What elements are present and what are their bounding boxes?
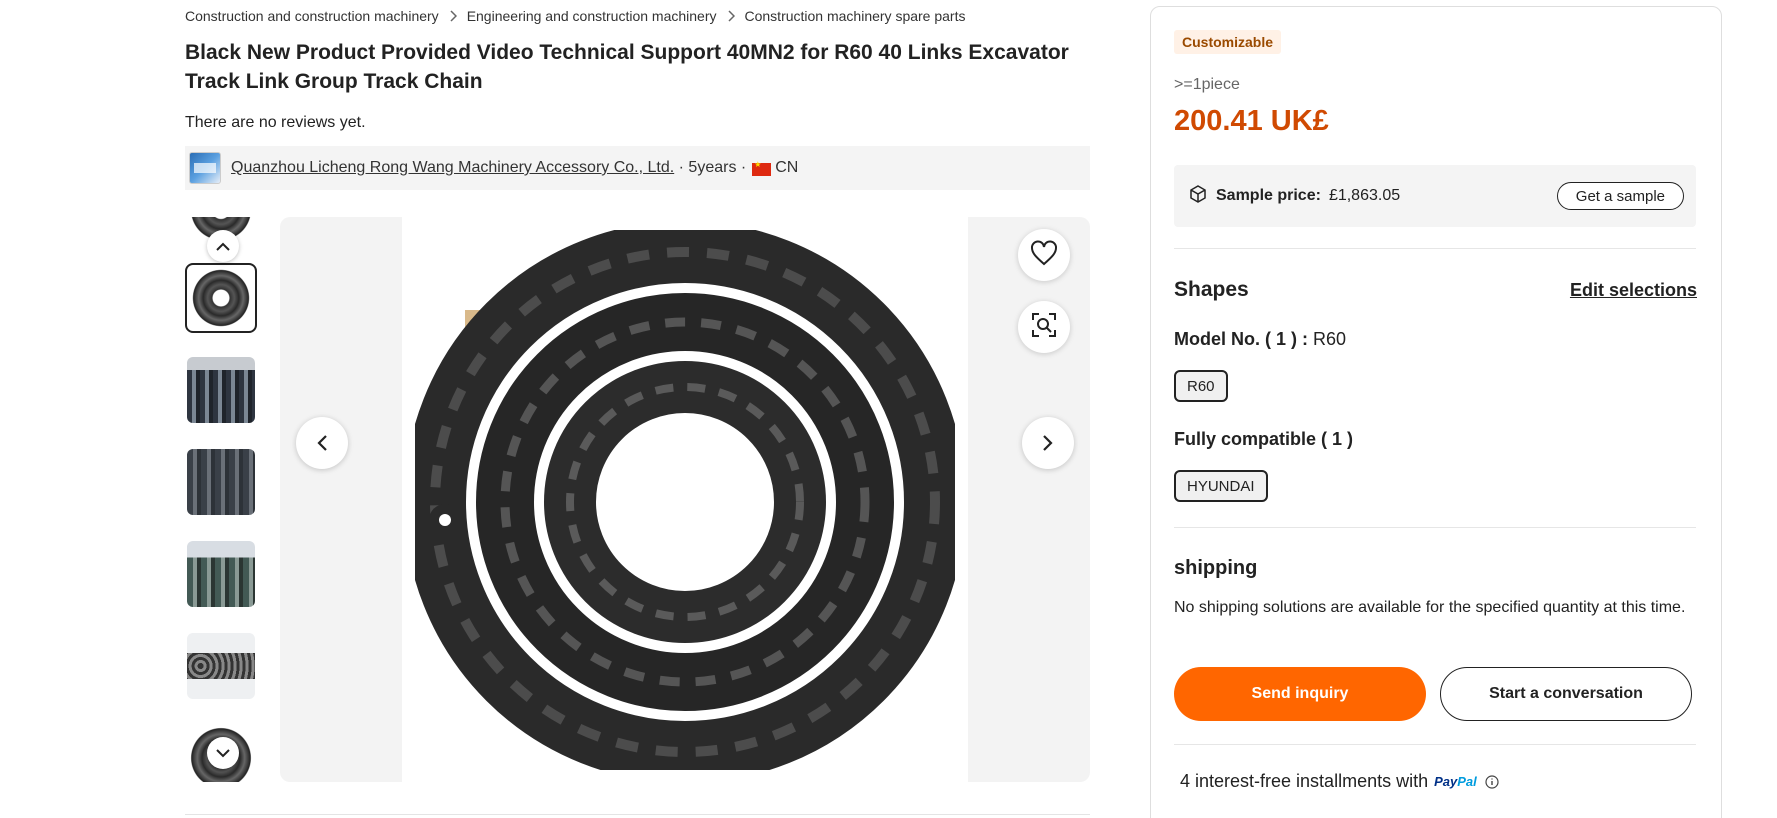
divider (1174, 248, 1696, 249)
shipping-heading: shipping (1174, 557, 1258, 579)
chevron-up-icon[interactable] (207, 230, 239, 262)
chevron-right-icon (727, 10, 735, 22)
model-number-row: Model No. ( 1 ) : R60 (1174, 329, 1346, 350)
sample-price-value: £1,863.05 (1328, 187, 1401, 204)
edit-selections-link[interactable]: Edit selections (1570, 280, 1697, 301)
thumbnail-image-active[interactable] (185, 263, 257, 333)
divider (1174, 527, 1696, 528)
breadcrumb-item-construction[interactable]: Construction and construction machinery (185, 8, 439, 24)
divider (185, 814, 1090, 815)
customizable-badge: Customizable (1174, 30, 1282, 54)
product-image[interactable] (402, 217, 968, 782)
sample-price-label: Sample price: (1216, 187, 1321, 204)
supplier-name-link[interactable]: Quanzhou Licheng Rong Wang Machinery Acc… (231, 159, 674, 177)
installments-text: 4 interest-free installments with (1180, 771, 1429, 791)
model-number-label: Model No. ( 1 ) : (1174, 329, 1308, 349)
thumbnail-image[interactable] (185, 631, 257, 701)
model-number-value: R60 (1313, 329, 1347, 349)
thumbnail-image[interactable] (185, 355, 257, 425)
heart-icon (1030, 240, 1058, 271)
purchase-panel: Customizable >=1piece 200.41 UK£ Sample … (1150, 6, 1722, 818)
supplier-logo[interactable] (189, 152, 221, 184)
get-sample-button[interactable]: Get a sample (1556, 182, 1684, 210)
shipping-text: No shipping solutions are available for … (1174, 599, 1686, 616)
model-option-chip[interactable]: R60 (1174, 370, 1228, 402)
product-title: Black New Product Provided Video Technic… (185, 41, 1069, 93)
breadcrumb-item-spare-parts[interactable]: Construction machinery spare parts (745, 8, 966, 24)
china-flag-icon (752, 160, 772, 176)
info-icon[interactable] (1485, 774, 1499, 789)
start-conversation-button[interactable]: Start a conversation (1440, 667, 1692, 721)
chevron-down-icon[interactable] (207, 737, 239, 769)
compatible-option-chip[interactable]: HYUNDAI (1174, 470, 1268, 502)
send-inquiry-button[interactable]: Send inquiry (1174, 667, 1426, 721)
installments-row: 4 interest-free installments with PayPal (1180, 771, 1499, 792)
shapes-heading: Shapes (1174, 278, 1249, 301)
thumbnail-strip (185, 217, 259, 782)
next-image-button[interactable] (1022, 417, 1074, 469)
image-search-icon (1031, 312, 1057, 343)
min-order-quantity: >=1piece (1174, 76, 1240, 93)
breadcrumb-item-engineering[interactable]: Engineering and construction machinery (467, 8, 717, 24)
sample-price-box: Sample price: £1,863.05 Get a sample (1174, 165, 1696, 227)
reviews-text: There are no reviews yet. (185, 114, 366, 131)
price: 200.41 UK£ (1174, 105, 1329, 137)
divider (1174, 744, 1696, 745)
thumbnail-image[interactable] (185, 447, 257, 517)
thumbnail-image[interactable] (185, 539, 257, 609)
supplier-bar: Quanzhou Licheng Rong Wang Machinery Acc… (185, 146, 1090, 190)
box-icon (1188, 184, 1208, 209)
previous-image-button[interactable] (296, 417, 348, 469)
paypal-logo: PayPal (1434, 774, 1477, 789)
breadcrumb: Construction and construction machinery … (185, 6, 966, 26)
compatible-label: Fully compatible ( 1 ) (1174, 429, 1354, 449)
favorite-button[interactable] (1018, 229, 1070, 281)
chevron-right-icon (449, 10, 457, 22)
supplier-country: CN (775, 159, 799, 176)
main-image-viewer (280, 217, 1090, 782)
supplier-years: · 5years · (678, 159, 747, 176)
image-search-button[interactable] (1018, 301, 1070, 353)
